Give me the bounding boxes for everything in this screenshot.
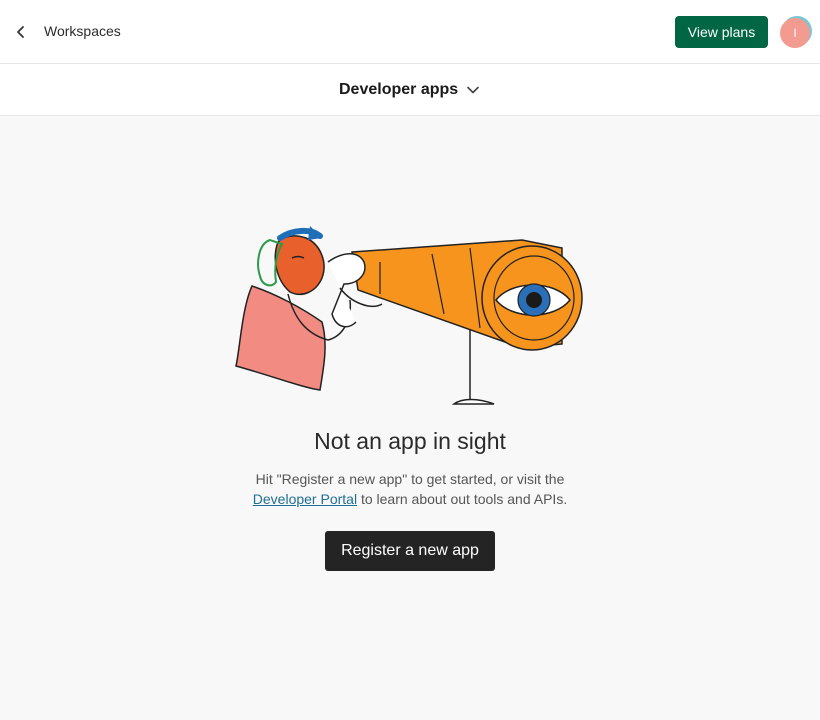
- empty-state-title: Not an app in sight: [314, 428, 506, 454]
- workspaces-link[interactable]: Workspaces: [44, 23, 121, 39]
- avatar: I: [780, 18, 810, 48]
- empty-state-description: Hit "Register a new app" to get started,…: [0, 469, 820, 509]
- telescope-illustration: [235, 226, 583, 405]
- avatar-button[interactable]: I: [780, 16, 812, 48]
- view-plans-button[interactable]: View plans: [675, 16, 768, 48]
- description-text-1: Hit "Register a new app" to get started,…: [255, 471, 565, 487]
- back-button[interactable]: [10, 20, 32, 44]
- chevron-down-icon: [467, 86, 479, 94]
- page-title: Developer apps: [339, 81, 459, 98]
- chevron-left-icon: [17, 26, 24, 38]
- developer-portal-link[interactable]: Developer Portal: [253, 491, 357, 507]
- app-type-switcher[interactable]: Developer apps: [339, 78, 479, 102]
- top-bar: Workspaces View plans I: [0, 0, 820, 64]
- register-new-app-button[interactable]: Register a new app: [325, 531, 495, 571]
- description-text-2: to learn about out tools and APIs.: [357, 491, 568, 507]
- sub-header: Developer apps: [0, 64, 820, 116]
